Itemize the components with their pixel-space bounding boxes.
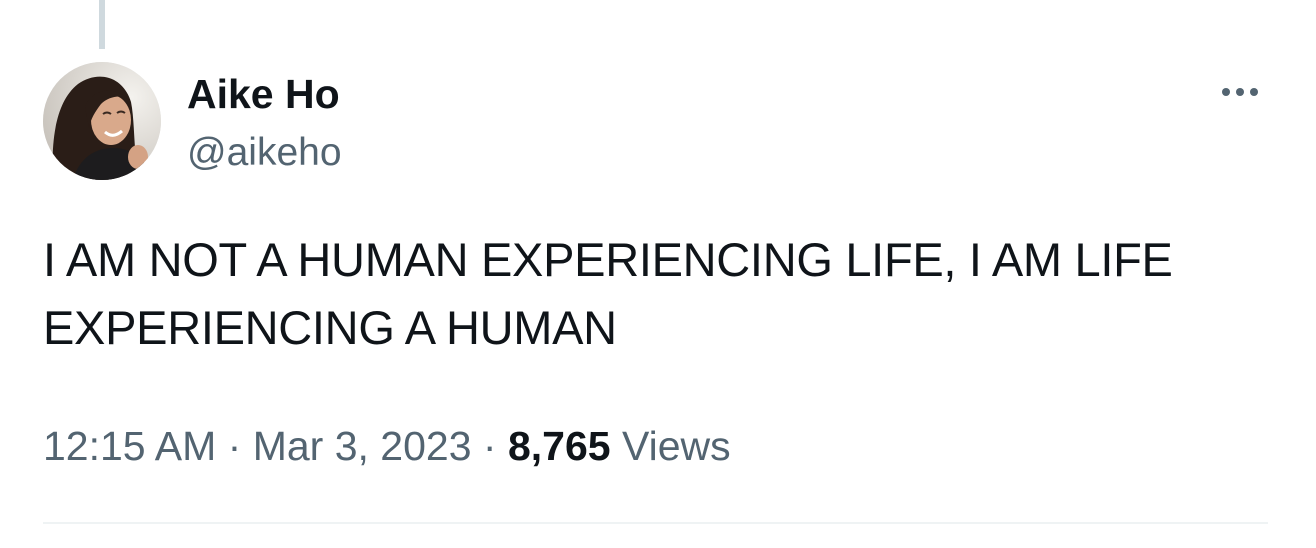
thread-connector-line: [99, 0, 105, 49]
views-label: Views: [621, 423, 731, 469]
author-handle[interactable]: @aikeho: [187, 130, 342, 176]
meta-separator: ·: [227, 423, 242, 469]
avatar[interactable]: [43, 62, 161, 180]
tweet-meta: 12:15 AM · Mar 3, 2023 · 8,765 Views: [43, 418, 731, 474]
tweet-time[interactable]: 12:15 AM: [43, 423, 216, 469]
meta-separator: ·: [482, 423, 497, 469]
more-options-button[interactable]: [1206, 72, 1274, 112]
avatar-image: [43, 62, 161, 180]
author-display-name[interactable]: Aike Ho: [187, 70, 340, 118]
tweet-date[interactable]: Mar 3, 2023: [253, 423, 472, 469]
divider: [43, 522, 1268, 524]
views-count: 8,765: [507, 423, 611, 469]
more-horizontal-icon: [1219, 88, 1261, 96]
tweet-text: I AM NOT A HUMAN EXPERIENCING LIFE, I AM…: [43, 233, 1173, 354]
